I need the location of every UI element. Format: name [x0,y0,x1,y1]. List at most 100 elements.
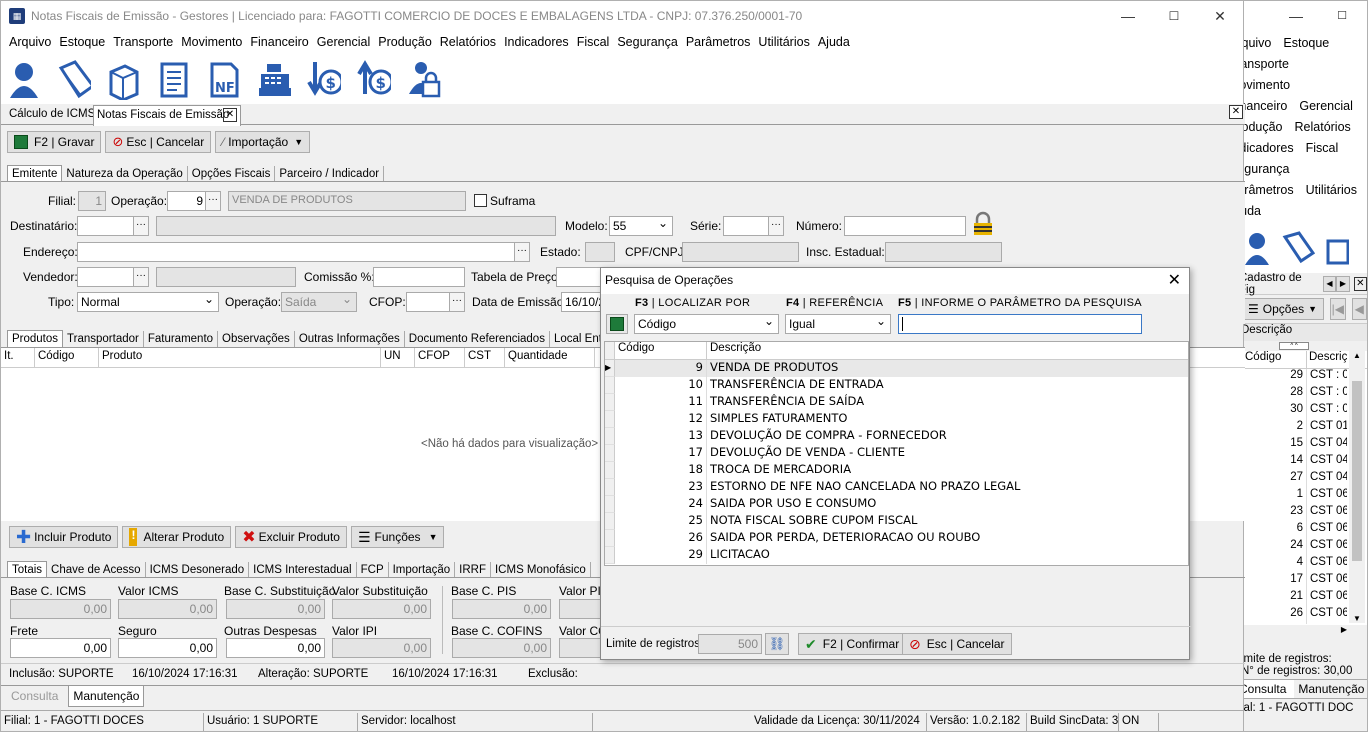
bg-table-row[interactable]: 28 CST : 0 [1231,386,1367,403]
nf-icon[interactable]: NF [207,60,241,100]
col-produto[interactable]: Produto [99,348,381,367]
h-scroll-right-icon[interactable]: ▶ [1231,625,1367,641]
filial-field[interactable]: 1 [78,191,106,211]
endereco-field[interactable] [77,242,515,262]
menu-ajuda[interactable]: Ajuda [814,35,854,49]
menu-utilitarios[interactable]: Utilitários [754,35,813,49]
col-un[interactable]: UN [381,348,415,367]
numero-field[interactable] [844,216,966,236]
bg-menu-fiscal[interactable]: Fiscal [1306,141,1339,155]
save-button[interactable]: F2 | Gravar [7,131,102,153]
serie-field[interactable] [723,216,769,236]
tab-transportador[interactable]: Transportador [63,331,144,347]
bg-menu-relatorios[interactable]: Relatórios [1295,120,1351,134]
bg-table-row[interactable]: 21 CST 06 [1231,590,1367,607]
lock-icon[interactable] [971,211,995,237]
table-row[interactable]: 25 NOTA FISCAL SOBRE CUPOM FISCAL [605,513,1188,530]
bg-grid-scrollbar[interactable]: ▲ ▼ [1349,351,1365,623]
col-cst[interactable]: CST [465,348,505,367]
seguro-field[interactable]: 0,00 [118,638,217,658]
menu-parametros[interactable]: Parâmetros [682,35,755,49]
outras-field[interactable]: 0,00 [226,638,325,658]
table-row[interactable]: 29 LICITACAO [605,547,1188,564]
table-row[interactable]: 24 SAIDA POR USO E CONSUMO [605,496,1188,513]
limite-field[interactable]: 500 [698,634,762,654]
tab-chave-de-acesso[interactable]: Chave de Acesso [47,562,146,578]
menu-indicadores[interactable]: Indicadores [500,35,573,49]
table-row[interactable]: 13 DEVOLUÇÃO DE COMPRA - FORNECEDOR [605,428,1188,445]
book-icon[interactable] [57,59,91,100]
tab-prev-button[interactable]: ◀ [1322,275,1337,292]
bg-table-row[interactable]: 15 CST 04 [1231,437,1367,454]
bg-table-row[interactable]: 1 CST 06 [1231,488,1367,505]
bg-tab-manutencao[interactable]: Manutenção [1294,680,1368,698]
money-up-icon[interactable]: $ [357,59,391,100]
options-button[interactable]: ☰ Opções ▼ [1241,298,1325,320]
menu-producao[interactable]: Produção [374,35,436,49]
box-icon[interactable] [1325,231,1349,265]
menu-financeiro[interactable]: Financeiro [246,35,312,49]
cancel-button[interactable]: ⊘ Esc | Cancelar [105,131,212,153]
prev-record-button[interactable]: ◀ [1351,298,1367,320]
import-button[interactable]: ⁄ Importação ▼ [215,131,311,153]
document-list-icon[interactable] [157,60,191,100]
money-down-icon[interactable]: $ [307,60,341,100]
tab-documento-referenciados[interactable]: Documento Referenciados [405,331,550,347]
dialog-col-codigo[interactable]: Código [615,342,707,359]
operacao-lookup-button[interactable]: ··· [205,191,221,211]
data-field[interactable]: 16/10/2 [561,292,605,312]
vendedor-field[interactable] [77,267,134,287]
collapse-handle[interactable]: ^ ^ [1279,342,1309,350]
tab-importacao[interactable]: Importação [389,562,456,578]
tab-observacoes[interactable]: Observações [218,331,295,347]
bg-table-row[interactable]: 4 CST 06 [1231,556,1367,573]
destinatario-field[interactable] [77,216,134,236]
tab-notas-fiscais[interactable]: Notas Fiscais de Emissão ✕ [93,105,241,126]
user-icon[interactable] [1243,231,1271,265]
col-quantidade[interactable]: Quantidade [505,348,595,367]
delete-product-button[interactable]: ✖ Excluir Produto [235,526,347,548]
comissao-field[interactable] [373,267,465,287]
bg-table-row[interactable]: 6 CST 06 [1231,522,1367,539]
serie-lookup-button[interactable]: ··· [768,216,784,236]
bg-table-row[interactable]: 17 CST 06 [1231,573,1367,590]
table-row[interactable]: 17 DEVOLUÇÃO DE VENDA - CLIENTE [605,445,1188,462]
referencia-select[interactable]: Igual [785,314,891,334]
table-row[interactable]: 11 TRANSFERÊNCIA DE SAÍDA [605,394,1188,411]
cash-register-icon[interactable] [257,60,291,100]
scroll-thumb[interactable] [1352,381,1362,561]
confirm-button[interactable]: ✔ F2 | Confirmar [798,633,907,655]
first-record-button[interactable]: |◀ [1330,298,1346,320]
modelo-select[interactable]: 55 [609,216,673,236]
col-it[interactable]: It. [1,348,35,367]
dialog-save-button[interactable] [606,314,628,334]
maximize-button[interactable]: ☐ [1151,1,1197,31]
tab-manutencao[interactable]: Manutenção [68,686,145,707]
tab-produtos[interactable]: Produtos [7,330,64,347]
tab-calculo-icms[interactable]: Cálculo de ICMS [9,108,95,120]
menu-transporte[interactable]: Transporte [109,35,177,49]
bg-table-row[interactable]: 26 CST 06 [1231,607,1367,624]
bg-table-row[interactable]: 27 CST 04 [1231,471,1367,488]
menu-movimento[interactable]: Movimento [177,35,246,49]
bg-table-row[interactable]: 23 CST 06 [1231,505,1367,522]
tab-icms-monofasico[interactable]: ICMS Monofásico [491,562,591,578]
col-cfop[interactable]: CFOP [415,348,465,367]
menu-fiscal[interactable]: Fiscal [573,35,614,49]
frete-field[interactable]: 0,00 [10,638,111,658]
dialog-col-descricao[interactable]: Descrição [707,342,761,359]
close-tab-icon[interactable]: ✕ [223,108,237,122]
table-row[interactable]: ▶ 9 VENDA DE PRODUTOS [605,360,1188,377]
col-descricao[interactable]: Descriç [1307,351,1347,368]
cfop-lookup-button[interactable]: ··· [449,292,465,312]
bg-menu-utilitarios[interactable]: Utilitários [1306,183,1357,197]
vendedor-lookup-button[interactable]: ··· [133,267,149,287]
tab-fcp[interactable]: FCP [357,562,389,578]
search-input[interactable] [898,314,1142,334]
table-row[interactable]: 23 ESTORNO DE NFE NAO CANCELADA NO PRAZO … [605,479,1188,496]
tab-consulta[interactable]: Consulta [1,686,68,707]
menu-arquivo[interactable]: Arquivo [5,35,55,49]
bg-table-row[interactable]: 14 CST 04 [1231,454,1367,471]
dialog-close-button[interactable]: ✕ [1168,270,1181,290]
menu-seguranca[interactable]: Segurança [613,35,681,49]
